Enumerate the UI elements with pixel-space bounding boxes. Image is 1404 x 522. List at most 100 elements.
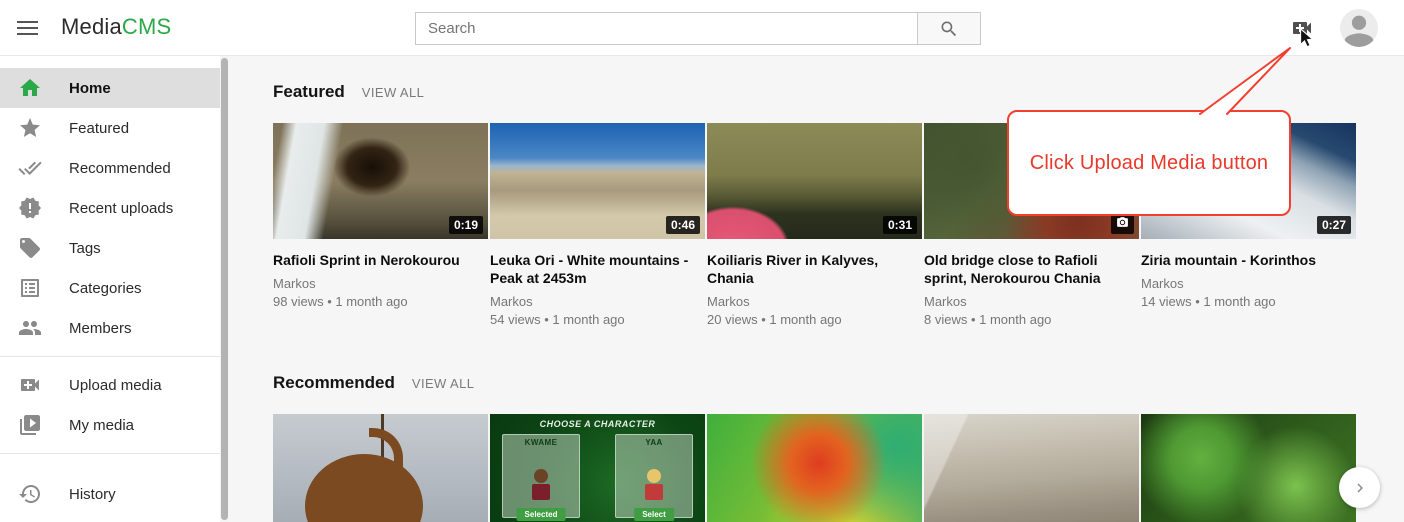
video-thumbnail[interactable]: 0:46 xyxy=(490,123,705,239)
media-title[interactable]: Leuka Ori - White mountains - Peak at 24… xyxy=(490,251,705,287)
star-icon xyxy=(18,116,42,140)
members-icon xyxy=(18,316,42,340)
media-author[interactable]: Markos xyxy=(924,294,1139,309)
media-meta: 98 views • 1 month ago xyxy=(273,294,488,309)
view-all-link[interactable]: VIEW ALL xyxy=(362,85,424,100)
chevron-right-icon xyxy=(1351,479,1369,497)
mediacms-page: MediaCMS Home Featured Recommended xyxy=(0,0,1404,522)
video-call-icon xyxy=(18,373,42,397)
video-thumbnail[interactable] xyxy=(1141,414,1356,522)
duration-badge: 0:31 xyxy=(883,216,917,234)
recommended-cards-row: CHOOSE A CHARACTER KWAME Selected YAA Se… xyxy=(273,414,1404,522)
video-thumbnail[interactable]: CHOOSE A CHARACTER KWAME Selected YAA Se… xyxy=(490,414,705,522)
media-meta: 8 views • 1 month ago xyxy=(924,312,1139,327)
photo-badge xyxy=(1111,213,1134,234)
featured-section-header: Featured VIEW ALL xyxy=(273,82,1404,102)
search-icon xyxy=(939,19,959,39)
media-card xyxy=(924,414,1139,522)
sidebar-divider xyxy=(0,356,220,357)
character-name: YAA xyxy=(616,438,692,447)
tag-icon xyxy=(18,236,42,260)
pumpkin-illustration xyxy=(305,454,423,522)
character-sprite xyxy=(644,469,664,500)
history-icon xyxy=(18,482,42,506)
callout-text: Click Upload Media button xyxy=(1030,152,1268,175)
media-author[interactable]: Markos xyxy=(273,276,488,291)
sidebar-item-label: Categories xyxy=(69,280,142,297)
character-panel-right: YAA Select xyxy=(615,434,693,518)
sidebar-item-featured[interactable]: Featured xyxy=(0,108,220,148)
character-name: KWAME xyxy=(503,438,579,447)
media-title[interactable]: Old bridge close to Rafioli sprint, Nero… xyxy=(924,251,1139,287)
pumpkin-stem xyxy=(369,428,403,468)
media-title[interactable]: Ziria mountain - Korinthos xyxy=(1141,251,1356,269)
media-author[interactable]: Markos xyxy=(707,294,922,309)
search-bar xyxy=(415,12,981,45)
logo-media-text: Media xyxy=(61,14,122,39)
video-library-icon xyxy=(18,413,42,437)
top-bar: MediaCMS xyxy=(0,0,1404,56)
sidebar: Home Featured Recommended Recent uploads… xyxy=(0,56,220,522)
sidebar-item-recommended[interactable]: Recommended xyxy=(0,148,220,188)
sidebar-item-label: Recommended xyxy=(69,160,171,177)
sidebar-item-label: My media xyxy=(69,417,134,434)
video-thumbnail[interactable] xyxy=(707,414,922,522)
select-button: Select xyxy=(634,508,674,521)
video-thumbnail[interactable] xyxy=(273,414,488,522)
media-card xyxy=(707,414,922,522)
sidebar-item-my-media[interactable]: My media xyxy=(0,405,220,445)
upload-media-button[interactable] xyxy=(1288,16,1316,40)
media-card xyxy=(273,414,488,522)
person-icon xyxy=(1340,9,1378,47)
recommended-section-header: Recommended VIEW ALL xyxy=(273,373,1404,393)
home-icon xyxy=(18,76,42,100)
video-thumbnail[interactable] xyxy=(924,414,1139,522)
search-input[interactable] xyxy=(415,12,917,45)
media-title[interactable]: Rafioli Sprint in Nerokourou xyxy=(273,251,488,269)
sidebar-item-label: History xyxy=(69,486,116,503)
sidebar-item-members[interactable]: Members xyxy=(0,308,220,348)
video-thumbnail[interactable]: 0:31 xyxy=(707,123,922,239)
tutorial-callout: Click Upload Media button xyxy=(1007,110,1291,216)
sidebar-divider xyxy=(0,453,220,454)
camera-icon xyxy=(1116,216,1129,229)
media-author[interactable]: Markos xyxy=(1141,276,1356,291)
duration-badge: 0:27 xyxy=(1317,216,1351,234)
sidebar-item-tags[interactable]: Tags xyxy=(0,228,220,268)
duration-badge: 0:19 xyxy=(449,216,483,234)
sidebar-item-label: Members xyxy=(69,320,132,337)
video-thumbnail[interactable]: 0:19 xyxy=(273,123,488,239)
logo-cms-text: CMS xyxy=(122,14,172,39)
media-author[interactable]: Markos xyxy=(490,294,705,309)
sidebar-item-history[interactable]: History xyxy=(0,474,220,514)
media-meta: 14 views • 1 month ago xyxy=(1141,294,1356,309)
user-avatar[interactable] xyxy=(1340,9,1378,47)
sidebar-item-categories[interactable]: Categories xyxy=(0,268,220,308)
media-card: 0:31 Koiliaris River in Kalyves, Chania … xyxy=(707,123,922,327)
duration-badge: 0:46 xyxy=(666,216,700,234)
app-logo[interactable]: MediaCMS xyxy=(61,14,171,40)
hamburger-menu-icon[interactable] xyxy=(16,17,40,39)
media-meta: 20 views • 1 month ago xyxy=(707,312,922,327)
sidebar-scrollbar-track xyxy=(220,56,229,522)
character-panel-left: KWAME Selected xyxy=(502,434,580,518)
sidebar-item-home[interactable]: Home xyxy=(0,68,220,108)
media-card xyxy=(1141,414,1356,522)
view-all-link[interactable]: VIEW ALL xyxy=(412,376,474,391)
sidebar-item-recent-uploads[interactable]: Recent uploads xyxy=(0,188,220,228)
sidebar-item-label: Tags xyxy=(69,240,101,257)
media-title[interactable]: Koiliaris River in Kalyves, Chania xyxy=(707,251,922,287)
categories-icon xyxy=(18,276,42,300)
game-title-text: CHOOSE A CHARACTER xyxy=(490,419,705,429)
sidebar-item-label: Recent uploads xyxy=(69,200,173,217)
section-title: Featured xyxy=(273,82,345,102)
carousel-next-button[interactable] xyxy=(1339,467,1380,508)
new-releases-icon xyxy=(18,196,42,220)
media-card: CHOOSE A CHARACTER KWAME Selected YAA Se… xyxy=(490,414,705,522)
search-button[interactable] xyxy=(917,12,981,45)
done-all-icon xyxy=(18,156,42,180)
media-meta: 54 views • 1 month ago xyxy=(490,312,705,327)
sidebar-item-upload-media[interactable]: Upload media xyxy=(0,365,220,405)
sidebar-scrollbar-thumb[interactable] xyxy=(221,58,228,520)
sidebar-item-label: Upload media xyxy=(69,377,162,394)
